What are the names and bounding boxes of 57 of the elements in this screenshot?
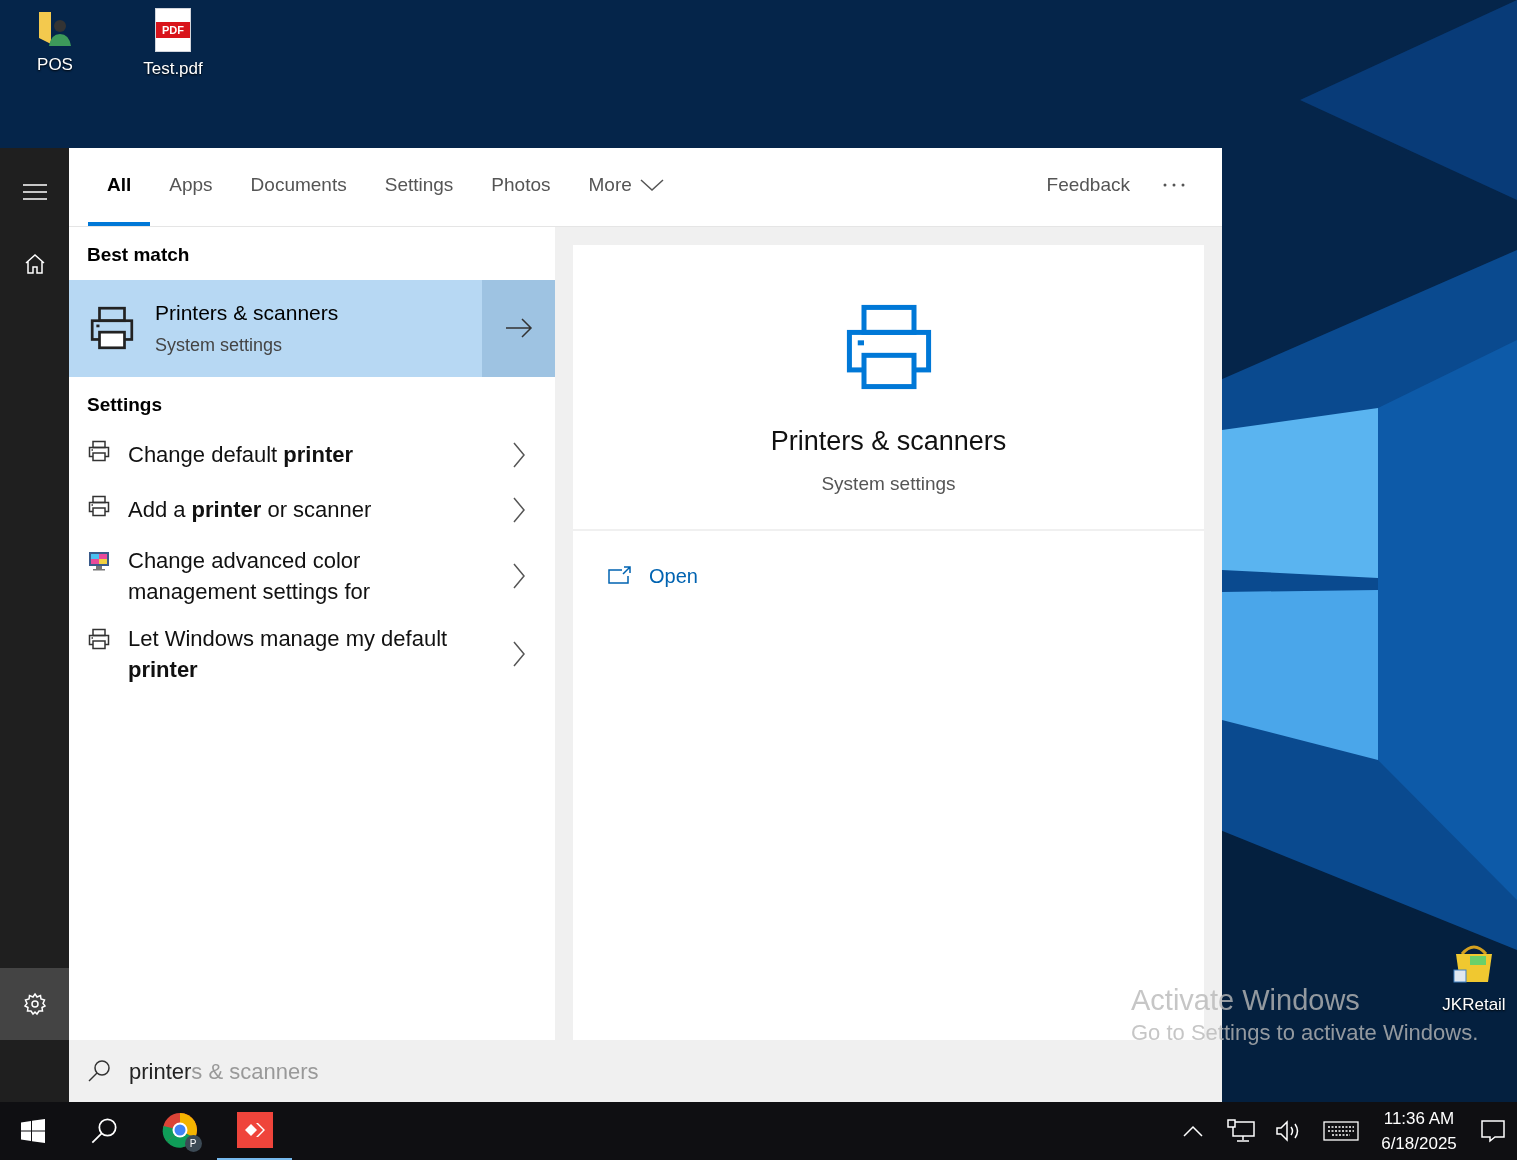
preview-title: Printers & scanners	[770, 425, 1007, 458]
open-action-link[interactable]: Open	[608, 561, 698, 591]
settings-button[interactable]	[0, 968, 69, 1040]
menu-icon	[22, 184, 47, 200]
result-title: Printers & scanners	[155, 299, 339, 326]
chevron-right-icon	[511, 440, 527, 469]
settings-icon	[22, 992, 47, 1016]
arrow-right-icon	[504, 318, 533, 338]
chevron-right-icon	[511, 562, 527, 590]
search-filter-tab[interactable]: More	[569, 148, 683, 226]
search-filter-tab[interactable]: Apps	[150, 148, 232, 226]
settings-result[interactable]: Change default printer	[69, 427, 555, 482]
section-heading: Settings	[86, 392, 163, 417]
result-title: Let Windows manage my default printer	[128, 625, 449, 684]
search-filter-tab[interactable]: Documents	[231, 148, 366, 226]
search-query: printers & scanners	[129, 1057, 319, 1086]
desktop-icon-label: JKRetail	[1442, 994, 1506, 1016]
chevron-up-icon	[1183, 1125, 1203, 1137]
search-box[interactable]: printers & scanners	[69, 1040, 1222, 1102]
keyboard-icon	[1323, 1121, 1359, 1141]
feedback-link[interactable]: Feedback	[1030, 148, 1146, 226]
result-subtitle: System settings	[155, 334, 284, 358]
printer-icon	[87, 627, 111, 651]
windows-logo-icon	[21, 1119, 45, 1143]
search-icon	[90, 1117, 118, 1145]
network-monitor-icon	[1227, 1119, 1255, 1143]
desktop-icon[interactable]: POS	[15, 8, 95, 78]
taskbar-app-button[interactable]: P	[142, 1102, 217, 1160]
result-title: Add a printer or scanner	[128, 496, 373, 524]
notification-icon	[1481, 1119, 1505, 1143]
pdf-label: PDF	[156, 22, 190, 38]
chevron-right-icon	[511, 640, 527, 668]
desktop-icon-label: Test.pdf	[143, 58, 203, 80]
result-title: Change default printer	[128, 441, 355, 469]
open-external-icon	[608, 566, 632, 586]
desktop-icon-label: POS	[37, 54, 73, 76]
printer-icon	[87, 439, 111, 463]
clock[interactable]: 11:36 AM 6/18/2025	[1369, 1102, 1469, 1160]
settings-result[interactable]: Let Windows manage my default printer	[69, 615, 555, 693]
result-title: Change advanced color management settings for	[128, 547, 372, 606]
search-icon	[87, 1059, 111, 1083]
search-filter-tab[interactable]: Settings	[365, 148, 473, 226]
more-options-icon	[1162, 181, 1186, 189]
browser-icon	[161, 1112, 198, 1148]
chevron-right-icon	[511, 495, 527, 524]
printer-icon	[87, 494, 111, 518]
remote-desktop-app-icon	[236, 1112, 273, 1148]
chevron-down-icon	[639, 179, 664, 191]
preview-subtitle: System settings	[821, 471, 956, 496]
desktop-icon[interactable]: PDF Test.pdf	[133, 8, 213, 82]
search-filter-tab[interactable]: Photos	[472, 148, 570, 226]
best-match-result[interactable]: Printers & scanners System settings	[69, 279, 555, 377]
desktop-icon[interactable]: JKRetail	[1434, 940, 1514, 1018]
settings-result[interactable]: Change advanced color management settings for	[69, 537, 555, 615]
settings-result[interactable]: Add a printer or scanner	[69, 482, 555, 537]
section-heading: Best match	[86, 243, 191, 267]
monitor-icon	[87, 549, 111, 573]
